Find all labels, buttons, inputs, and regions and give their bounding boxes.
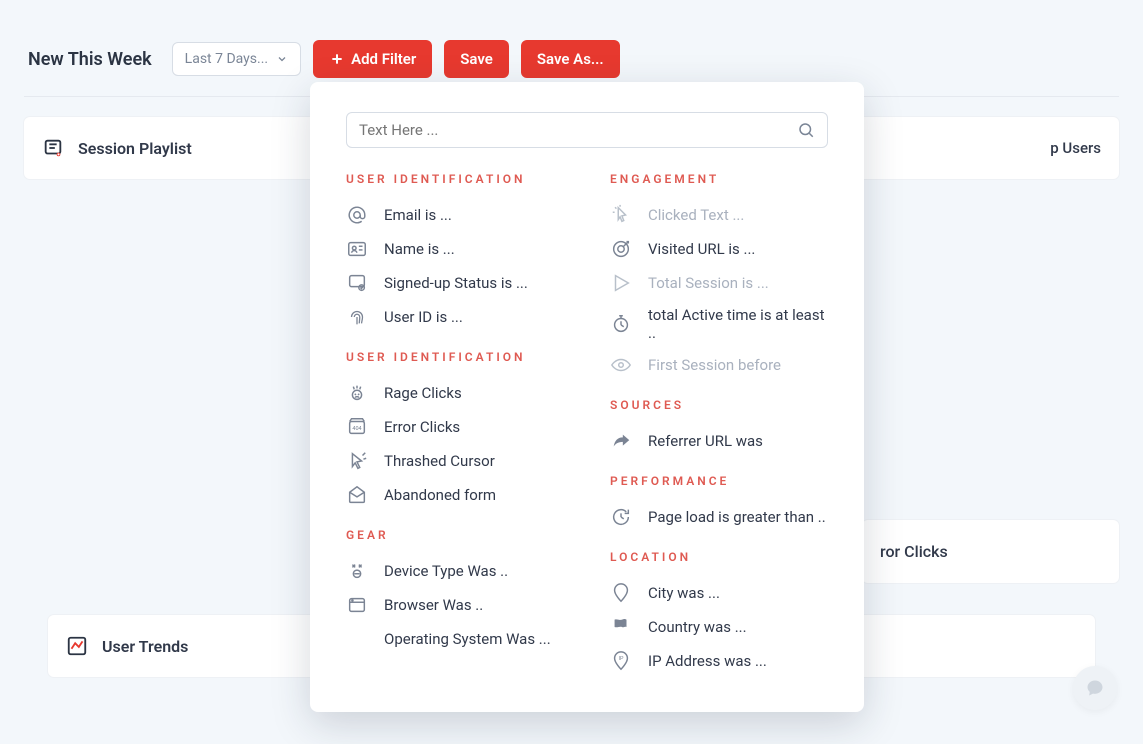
section-heading: ENGAGEMENT bbox=[610, 172, 828, 186]
refresh-clock-icon bbox=[610, 506, 632, 528]
envelope-open-icon bbox=[346, 484, 368, 506]
add-filter-label: Add Filter bbox=[351, 50, 416, 68]
filter-active-time[interactable]: total Active time is at least .. bbox=[610, 300, 828, 348]
filter-name[interactable]: Name is ... bbox=[346, 232, 564, 266]
filter-rage-clicks[interactable]: Rage Clicks bbox=[346, 376, 564, 410]
browser-icon bbox=[346, 594, 368, 616]
stopwatch-icon bbox=[610, 313, 632, 335]
share-arrow-icon bbox=[610, 430, 632, 452]
filter-panel: USER IDENTIFICATION Email is ... Name is… bbox=[310, 82, 864, 712]
chevron-down-icon bbox=[276, 53, 288, 65]
pin-icon bbox=[610, 582, 632, 604]
save-as-button[interactable]: Save As... bbox=[521, 40, 620, 78]
svg-text:404: 404 bbox=[352, 426, 361, 432]
devices-icon bbox=[346, 560, 368, 582]
section-heading: LOCATION bbox=[610, 550, 828, 564]
section-heading: USER IDENTIFICATION bbox=[346, 172, 564, 186]
eye-icon bbox=[610, 354, 632, 376]
chat-icon bbox=[1085, 678, 1105, 698]
filter-visited-url[interactable]: Visited URL is ... bbox=[610, 232, 828, 266]
click-icon bbox=[610, 204, 632, 226]
filter-browser[interactable]: Browser Was .. bbox=[346, 588, 564, 622]
page-title: New This Week bbox=[28, 49, 152, 70]
filter-page-load[interactable]: Page load is greater than .. bbox=[610, 500, 828, 534]
status-icon bbox=[346, 272, 368, 294]
target-arrow-icon bbox=[610, 238, 632, 260]
section-heading: GEAR bbox=[346, 528, 564, 542]
blank-icon bbox=[346, 628, 368, 650]
error-icon: 404 bbox=[346, 416, 368, 438]
id-card-icon bbox=[346, 238, 368, 260]
filter-user-id[interactable]: User ID is ... bbox=[346, 300, 564, 334]
filter-device-type[interactable]: Device Type Was .. bbox=[346, 554, 564, 588]
svg-text:IP: IP bbox=[619, 656, 624, 662]
playlist-icon bbox=[42, 137, 64, 159]
add-filter-button[interactable]: Add Filter bbox=[313, 40, 432, 78]
section-heading: SOURCES bbox=[610, 398, 828, 412]
filter-country[interactable]: Country was ... bbox=[610, 610, 828, 644]
play-icon bbox=[610, 272, 632, 294]
date-range-label: Last 7 Days... bbox=[185, 51, 268, 67]
section-heading: PERFORMANCE bbox=[610, 474, 828, 488]
filter-abandoned-form[interactable]: Abandoned form bbox=[346, 478, 564, 512]
error-clicks-card[interactable]: ror Clicks bbox=[862, 520, 1119, 583]
filter-os[interactable]: Operating System Was ... bbox=[346, 622, 564, 656]
plus-icon bbox=[329, 51, 345, 67]
filter-col-left: USER IDENTIFICATION Email is ... Name is… bbox=[346, 172, 564, 678]
filter-search[interactable] bbox=[346, 112, 828, 148]
flag-icon bbox=[610, 616, 632, 638]
filter-first-session[interactable]: First Session before bbox=[610, 348, 828, 382]
section-heading: USER IDENTIFICATION bbox=[346, 350, 564, 364]
top-users-partial-label: p Users bbox=[1050, 139, 1101, 157]
error-clicks-partial-label: ror Clicks bbox=[880, 542, 948, 561]
filter-ip[interactable]: IPIP Address was ... bbox=[610, 644, 828, 678]
filter-thrashed-cursor[interactable]: Thrashed Cursor bbox=[346, 444, 564, 478]
ip-pin-icon: IP bbox=[610, 650, 632, 672]
session-playlist-label: Session Playlist bbox=[78, 139, 192, 158]
filter-signed-up[interactable]: Signed-up Status is ... bbox=[346, 266, 564, 300]
trends-icon bbox=[66, 635, 88, 657]
search-input[interactable] bbox=[359, 121, 797, 139]
fingerprint-icon bbox=[346, 306, 368, 328]
date-range-dropdown[interactable]: Last 7 Days... bbox=[172, 42, 301, 76]
filter-clicked-text[interactable]: Clicked Text ... bbox=[610, 198, 828, 232]
rage-icon bbox=[346, 382, 368, 404]
search-icon bbox=[797, 121, 815, 139]
filter-total-session[interactable]: Total Session is ... bbox=[610, 266, 828, 300]
filter-error-clicks[interactable]: 404Error Clicks bbox=[346, 410, 564, 444]
cursor-thrash-icon bbox=[346, 450, 368, 472]
user-trends-label: User Trends bbox=[102, 637, 188, 656]
chat-widget[interactable] bbox=[1073, 666, 1117, 710]
filter-referrer[interactable]: Referrer URL was bbox=[610, 424, 828, 458]
filter-email[interactable]: Email is ... bbox=[346, 198, 564, 232]
filter-col-right: ENGAGEMENT Clicked Text ... Visited URL … bbox=[610, 172, 828, 678]
save-button[interactable]: Save bbox=[444, 40, 509, 78]
at-icon bbox=[346, 204, 368, 226]
filter-city[interactable]: City was ... bbox=[610, 576, 828, 610]
